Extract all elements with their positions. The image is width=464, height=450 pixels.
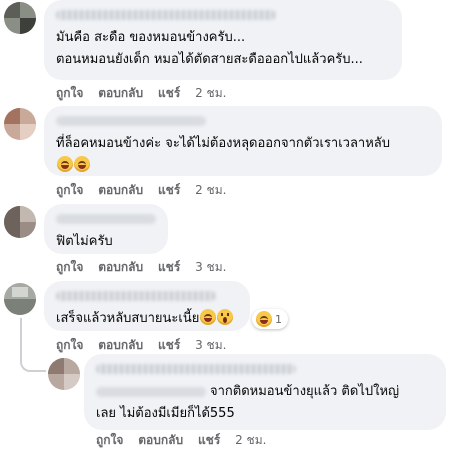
surprised-emoji-icon [217,309,234,325]
timestamp[interactable]: 2 ชม. [195,183,226,197]
share-link[interactable]: แชร์ [198,433,220,447]
comment-bubble: เสร็จแล้วหลับสบายนะเนี้ย [44,281,250,331]
author-name-blurred[interactable] [56,214,156,224]
reaction-count: 1 [275,312,282,326]
comment-actions: ถูกใจ ตอบกลับ แชร์ 2 ชม. [56,181,237,200]
comment-text-line: จากติดหมอนข้างยุแล้ว ติดไปใหญ่ [96,381,434,403]
like-link[interactable]: ถูกใจ [56,260,83,274]
reply-link[interactable]: ตอบกลับ [98,338,143,352]
comment-bubble: ฟิตไม่ครับ [44,204,168,254]
comment-text-line: ตอนหมอนยังเด็ก หมอได้ตัดสายสะดือออกไปแล้… [56,52,363,67]
author-name-blurred[interactable] [56,291,216,301]
share-link[interactable]: แชร์ [158,183,180,197]
like-link[interactable]: ถูกใจ [96,433,123,447]
reply-thread-line [20,318,46,372]
share-link[interactable]: แชร์ [158,338,180,352]
comment-bubble: ที่ล็อคหมอนข้างค่ะ จะได้ไม่ต้องหลุดออกจา… [44,106,442,176]
author-name-blurred[interactable] [56,10,276,20]
avatar[interactable] [48,358,80,390]
comment-actions: ถูกใจ ตอบกลับ แชร์ 3 ชม. [56,336,237,355]
timestamp[interactable]: 2 ชม. [195,86,226,100]
share-link[interactable]: แชร์ [158,260,180,274]
comment-text-line: ที่ล็อคหมอนข้างค่ะ จะได้ไม่ต้องหลุดออกจา… [56,136,391,151]
comment-bubble: จากติดหมอนข้างยุแล้ว ติดไปใหญ่ เลย ไม่ต้… [84,354,446,430]
reply-link[interactable]: ตอบกลับ [98,183,143,197]
avatar[interactable] [4,206,36,238]
comment-text-line: เสร็จแล้วหลับสบายนะเนี้ย [56,308,238,330]
timestamp[interactable]: 2 ชม. [235,433,266,447]
emoji-row [56,155,430,177]
avatar[interactable] [4,108,36,140]
grinning-emoji-icon [74,156,90,172]
reaction-summary[interactable]: 1 [252,309,288,329]
reply-link[interactable]: ตอบกลับ [98,260,143,274]
avatar[interactable] [4,283,36,315]
comment-text-line: มันคือ สะดือ ของหมอนข้างครับ... [56,30,246,45]
like-link[interactable]: ถูกใจ [56,338,83,352]
comment-bubble: มันคือ สะดือ ของหมอนข้างครับ... ตอนหมอนย… [44,0,402,80]
author-name-blurred[interactable] [96,364,296,374]
comment-text-line: ฟิตไม่ครับ [56,234,113,249]
laughing-emoji-icon [200,309,217,325]
comment-actions: ถูกใจ ตอบกลับ แชร์ 2 ชม. [56,84,237,103]
share-link[interactable]: แชร์ [158,86,180,100]
laughing-emoji-icon [256,311,272,327]
avatar[interactable] [4,2,36,34]
author-name-blurred[interactable] [56,116,206,126]
like-link[interactable]: ถูกใจ [56,183,83,197]
like-link[interactable]: ถูกใจ [56,86,83,100]
comment-text-line: เลย ไม่ต้องมีเมียก็ได้555 [96,406,235,421]
comment-actions: ถูกใจ ตอบกลับ แชร์ 2 ชม. [96,431,277,450]
timestamp[interactable]: 3 ชม. [195,260,226,274]
tagged-name-blurred[interactable] [96,386,206,397]
timestamp[interactable]: 3 ชม. [195,338,226,352]
reply-link[interactable]: ตอบกลับ [98,86,143,100]
grinning-emoji-icon [57,156,73,172]
comment-actions: ถูกใจ ตอบกลับ แชร์ 3 ชม. [56,258,237,277]
reply-link[interactable]: ตอบกลับ [138,433,183,447]
